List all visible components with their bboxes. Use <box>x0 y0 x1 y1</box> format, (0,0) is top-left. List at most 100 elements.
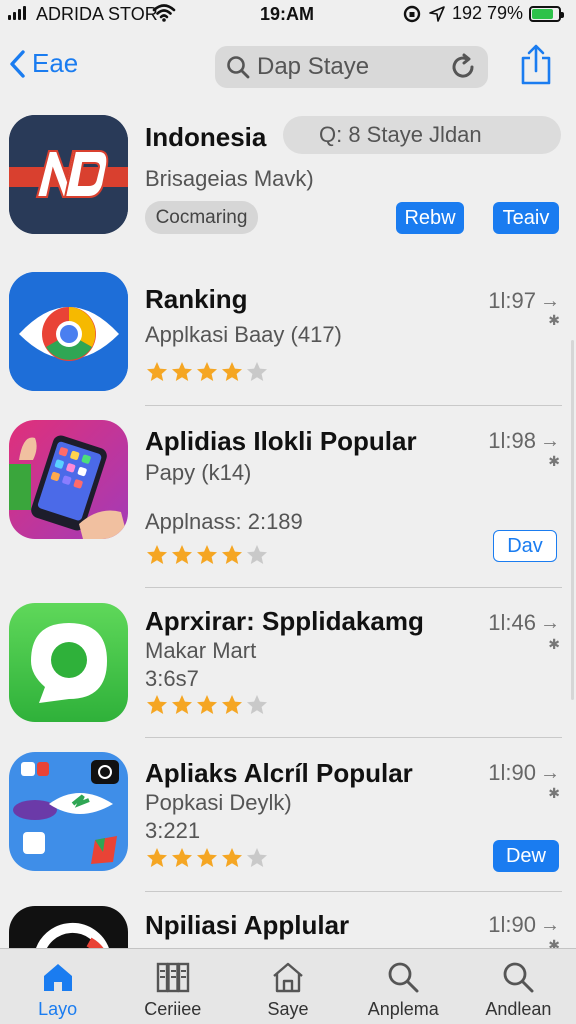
search-icon <box>227 56 250 79</box>
app-time: 1l:98 → <box>488 428 560 454</box>
time-text: 1l:90 <box>488 760 536 785</box>
back-button[interactable]: Eae <box>8 48 78 79</box>
star-filled-icon <box>172 362 192 381</box>
list-item[interactable]: Apliaks Alcríl Popular Popkasi Deylk) 3:… <box>0 738 576 892</box>
tab-label: Saye <box>267 999 309 1019</box>
tab-saye[interactable]: Saye <box>230 949 345 1024</box>
list-item[interactable]: Ranking Applkasi Baay (417) 1l:97 → ✱ <box>0 262 576 406</box>
star-filled-icon <box>147 362 167 381</box>
star-filled-icon <box>222 545 242 564</box>
star-filled-icon <box>172 545 192 564</box>
status-right-text: 192 79% <box>452 3 524 23</box>
row-search-text: Q: 8 Staye Jldan <box>319 122 482 147</box>
tab-ceriiee[interactable]: Ceriiee <box>115 949 230 1024</box>
star-filled-icon <box>197 695 217 714</box>
status-bar: ADRIDA STOR 19:AM 192 79% <box>0 0 576 28</box>
tab-label: Layo <box>38 999 78 1019</box>
asterisk-icon: ✱ <box>548 312 560 328</box>
star-empty-icon <box>247 695 267 714</box>
app-subtitle: Papy (k14) <box>145 460 252 485</box>
tab-bar: Layo Ceriiee Saye Anplema Andlean <box>0 948 576 1024</box>
tab-layo[interactable]: Layo <box>0 949 115 1024</box>
app-icon-nb <box>9 115 128 234</box>
star-filled-icon <box>197 848 217 867</box>
app-extra: 3:221 <box>145 818 201 843</box>
star-rating <box>145 693 269 717</box>
arrow-right-icon: → <box>540 761 560 784</box>
wifi-icon <box>152 4 176 22</box>
home-icon <box>43 964 72 991</box>
refresh-icon[interactable] <box>448 52 478 82</box>
teaiv-button[interactable]: Teaiv <box>493 202 559 234</box>
time-text: 1l:90 <box>488 912 536 937</box>
tab-label: Anplema <box>367 999 439 1019</box>
share-icon[interactable] <box>518 44 554 86</box>
dav-button[interactable]: Dav <box>493 530 557 562</box>
app-title: Indonesia <box>145 122 267 152</box>
status-time: 19:AM <box>260 4 315 24</box>
star-filled-icon <box>197 362 217 381</box>
arrow-right-icon: → <box>540 289 560 312</box>
time-text: 1l:97 <box>488 288 536 313</box>
app-time: 1l:90 → <box>488 912 560 938</box>
app-title: Aplidias Ilokli Popular <box>145 426 417 456</box>
search-text: Dap Staye <box>257 53 370 80</box>
signal-icon <box>8 6 26 20</box>
app-subtitle: Applkasi Baay (417) <box>145 322 342 347</box>
asterisk-icon: ✱ <box>548 636 560 652</box>
app-time: 1l:97 → <box>488 288 560 314</box>
arrow-right-icon: → <box>540 913 560 936</box>
app-icon-eye <box>9 272 128 391</box>
row-search-field[interactable]: Q: 8 Staye Jldan <box>283 116 561 154</box>
house-outline-icon <box>273 962 303 993</box>
star-filled-icon <box>147 695 167 714</box>
app-time: 1l:46 → <box>488 610 560 636</box>
lock-rotation-icon <box>403 5 421 22</box>
scroll-indicator[interactable] <box>571 340 574 700</box>
asterisk-icon: ✱ <box>548 785 560 801</box>
asterisk-icon: ✱ <box>548 937 560 948</box>
tab-label: Andlean <box>485 999 552 1019</box>
star-filled-icon <box>147 848 167 867</box>
app-title: Npiliasi Applular <box>145 910 350 940</box>
list-item[interactable]: Npiliasi Applular 1l:90 → ✱ <box>0 892 576 948</box>
star-rating <box>145 846 269 870</box>
app-time: 1l:90 → <box>488 760 560 786</box>
tab-anplema[interactable]: Anplema <box>346 949 461 1024</box>
star-filled-icon <box>172 695 192 714</box>
asterisk-icon: ✱ <box>548 453 560 469</box>
battery-icon <box>529 5 565 22</box>
app-subtitle: Brisageias Mavk) <box>145 166 314 191</box>
star-filled-icon <box>222 695 242 714</box>
category-tag[interactable]: Cocmaring <box>145 201 258 234</box>
arrow-right-icon: → <box>540 611 560 634</box>
arrow-right-icon: → <box>540 429 560 452</box>
app-subtitle: Popkasi Deylk) <box>145 790 292 815</box>
list-item[interactable]: Aplidias Ilokli Popular Papy (k14) Appln… <box>0 406 576 588</box>
location-icon <box>429 5 445 22</box>
carrier-name: ADRIDA STOR <box>36 4 158 24</box>
search-icon <box>388 962 419 993</box>
app-icon-dark <box>9 906 128 948</box>
tab-label: Ceriiee <box>144 999 202 1019</box>
app-subtitle: Makar Mart <box>145 638 257 663</box>
tab-andlean[interactable]: Andlean <box>461 949 576 1024</box>
app-extra: 3:6s7 <box>145 666 199 691</box>
star-empty-icon <box>247 545 267 564</box>
list-item[interactable]: Indonesia Q: 8 Staye Jldan Brisageias Ma… <box>0 108 576 248</box>
rebw-button[interactable]: Rebw <box>396 202 464 234</box>
app-title: Ranking <box>145 284 248 314</box>
star-empty-icon <box>247 848 267 867</box>
star-filled-icon <box>172 848 192 867</box>
star-rating <box>145 360 269 384</box>
app-icon-chat <box>9 603 128 722</box>
search-field[interactable]: Dap Staye <box>215 46 488 88</box>
app-icon-phone <box>9 420 128 539</box>
back-label: Eae <box>32 48 79 78</box>
dew-button[interactable]: Dew <box>493 840 559 872</box>
star-filled-icon <box>147 545 167 564</box>
star-filled-icon <box>222 362 242 381</box>
star-empty-icon <box>247 362 267 381</box>
time-text: 1l:46 <box>488 610 536 635</box>
list-item[interactable]: Aprxirar: Spplidakamg Makar Mart 3:6s7 1… <box>0 588 576 738</box>
